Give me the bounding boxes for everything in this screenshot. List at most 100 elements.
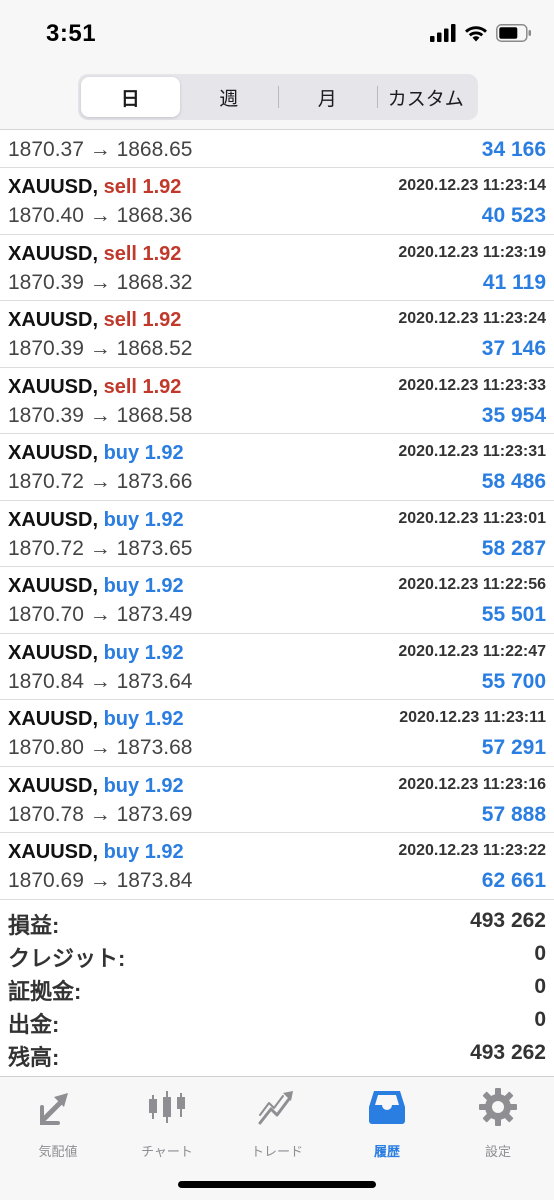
segment-day[interactable]: 日	[81, 77, 180, 117]
summary-value: 0	[534, 942, 546, 965]
status-bar: 3:51	[0, 0, 554, 66]
deal-time: 2020.12.23 11:23:01	[398, 509, 546, 527]
deal-side: buy 1.92	[103, 442, 184, 464]
trade-line-icon	[258, 1091, 293, 1125]
summary-row-balance: 残高: 493 262	[0, 1037, 554, 1070]
deal-symbol: XAUUSD,	[8, 575, 99, 597]
summary-row-profit: 損益: 493 262	[0, 905, 554, 938]
deal-row-partial[interactable]: 1870.37 → 1868.65 34 166	[0, 131, 554, 168]
deal-title: XAUUSD, buy 1.92	[8, 708, 184, 731]
deals-list: 1870.37 → 1868.65 34 166 XAUUSD, sell 1.…	[0, 131, 554, 900]
deal-row[interactable]: XAUUSD, buy 1.92 2020.12.23 11:22:56 1870.…	[0, 567, 554, 634]
summary-label: 残高:	[8, 1045, 60, 1070]
deal-side: buy 1.92	[103, 841, 184, 863]
tab-chart-label: チャート	[141, 1144, 193, 1159]
tab-trade[interactable]: トレード	[227, 1087, 327, 1159]
deal-symbol: XAUUSD,	[8, 442, 99, 464]
deal-profit: 58 486	[481, 470, 546, 493]
deal-side: buy 1.92	[103, 774, 184, 797]
deal-profit: 34 166	[481, 138, 546, 161]
summary-row-withdrawal: 出金: 0	[0, 1004, 554, 1037]
tab-history[interactable]: 履歴	[337, 1087, 437, 1159]
tab-history-label: 履歴	[373, 1144, 400, 1159]
status-time: 3:51	[46, 20, 97, 47]
deal-time: 2020.12.23 11:23:11	[399, 709, 546, 726]
deal-row[interactable]: XAUUSD, buy 1.92 2020.12.23 11:23:11 1870.…	[0, 700, 554, 767]
deal-side: buy 1.92	[103, 508, 184, 531]
deal-row[interactable]: XAUUSD, sell 1.92 2020.12.23 11:23:14 1870…	[0, 168, 554, 235]
deal-row[interactable]: XAUUSD, sell 1.92 2020.12.23 11:23:19 1870…	[0, 235, 554, 301]
wifi-icon	[465, 26, 487, 42]
deal-row[interactable]: XAUUSD, buy 1.92 2020.12.23 11:23:22 1870.…	[0, 833, 554, 900]
deal-title: XAUUSD, sell 1.92	[8, 309, 181, 332]
summary-label: 証拠金:	[8, 979, 82, 1004]
tab-settings-label: 設定	[484, 1144, 511, 1159]
summary-value: 0	[534, 975, 546, 998]
summary-row-margin: 証拠金: 0	[0, 971, 554, 1004]
summary-label: 損益:	[8, 913, 60, 938]
cellular-signal-icon	[430, 24, 456, 42]
tab-quotes[interactable]: 気配値	[8, 1087, 108, 1159]
home-indicator	[178, 1181, 376, 1188]
candlestick-chart-icon	[149, 1091, 185, 1123]
summary-value: 0	[534, 1008, 546, 1031]
battery-icon	[496, 24, 531, 42]
deal-row[interactable]: XAUUSD, sell 1.92 2020.12.23 11:23:33 1870…	[0, 368, 554, 434]
deal-row[interactable]: XAUUSD, buy 1.92 2020.12.23 11:23:01 1870.…	[0, 501, 554, 567]
deal-symbol: XAUUSD,	[8, 641, 99, 664]
deal-profit: 58 287	[481, 536, 546, 560]
deal-symbol: XAUUSD,	[8, 841, 99, 863]
deal-profit: 62 661	[481, 869, 546, 892]
deal-symbol: XAUUSD,	[8, 708, 99, 730]
deal-profit: 55 700	[481, 669, 546, 693]
deal-prices: 1870.84 → 1873.64	[8, 669, 193, 693]
deal-side: buy 1.92	[103, 641, 184, 664]
deal-side: sell 1.92	[103, 309, 182, 331]
deal-title: XAUUSD, buy 1.92	[8, 642, 184, 665]
segment-month[interactable]: 月	[278, 77, 377, 117]
segment-week[interactable]: 週	[180, 77, 279, 117]
summary-row-credit: クレジット: 0	[0, 938, 554, 971]
deal-prices: 1870.72 → 1873.65	[8, 536, 193, 560]
deal-time: 2020.12.23 11:23:14	[398, 177, 546, 194]
deal-time: 2020.12.23 11:23:33	[398, 376, 546, 394]
deal-prices: 1870.69 → 1873.84	[8, 869, 193, 892]
tab-trade-label: トレード	[250, 1144, 303, 1159]
deal-prices: 1870.39 → 1868.32	[8, 270, 193, 294]
deal-prices: 1870.40 → 1868.36	[8, 204, 193, 227]
deal-profit: 41 119	[482, 270, 546, 294]
tab-chart[interactable]: チャート	[117, 1087, 217, 1159]
deal-symbol: XAUUSD,	[8, 176, 99, 198]
tab-quotes-label: 気配値	[38, 1144, 78, 1159]
deal-side: sell 1.92	[103, 375, 182, 398]
deal-time: 2020.12.23 11:22:47	[398, 642, 546, 660]
deal-prices: 1870.37 → 1868.65	[8, 138, 193, 161]
deal-profit: 40 523	[481, 204, 546, 227]
deal-row[interactable]: XAUUSD, buy 1.92 2020.12.23 11:23:31 1870.…	[0, 434, 554, 501]
deal-time: 2020.12.23 11:23:19	[398, 243, 546, 261]
deal-side: sell 1.92	[103, 242, 182, 265]
deal-prices: 1870.70 → 1873.49	[8, 603, 193, 626]
deal-title: XAUUSD, sell 1.92	[8, 243, 181, 266]
deal-time: 2020.12.23 11:23:31	[398, 443, 546, 460]
deal-row[interactable]: XAUUSD, buy 1.92 2020.12.23 11:23:16 1870.…	[0, 767, 554, 833]
deal-row[interactable]: XAUUSD, buy 1.92 2020.12.23 11:22:47 1870.…	[0, 634, 554, 700]
deal-profit: 57 888	[481, 802, 546, 826]
deal-profit: 55 501	[481, 603, 546, 626]
deal-symbol: XAUUSD,	[8, 774, 99, 797]
deal-title: XAUUSD, buy 1.92	[8, 775, 184, 798]
deal-title: XAUUSD, buy 1.92	[8, 841, 184, 864]
period-segmented-control: 日 週 月 カスタム	[78, 74, 478, 120]
deal-side: buy 1.92	[103, 575, 184, 597]
segment-custom[interactable]: カスタム	[376, 77, 476, 117]
period-header: 日 週 月 カスタム	[0, 66, 554, 130]
deal-side: sell 1.92	[103, 176, 182, 198]
deal-time: 2020.12.23 11:23:22	[398, 842, 546, 859]
summary-value: 493 262	[470, 909, 546, 932]
summary-section: 損益: 493 262 クレジット: 0 証拠金: 0 出金: 0 残高: 493 262	[0, 905, 554, 1070]
deal-row[interactable]: XAUUSD, sell 1.92 2020.12.23 11:23:24 1870…	[0, 301, 554, 368]
tab-settings[interactable]: 設定	[448, 1087, 548, 1159]
status-icons	[430, 24, 532, 42]
deal-prices: 1870.80 → 1873.68	[8, 736, 193, 759]
gear-icon	[479, 1088, 517, 1126]
